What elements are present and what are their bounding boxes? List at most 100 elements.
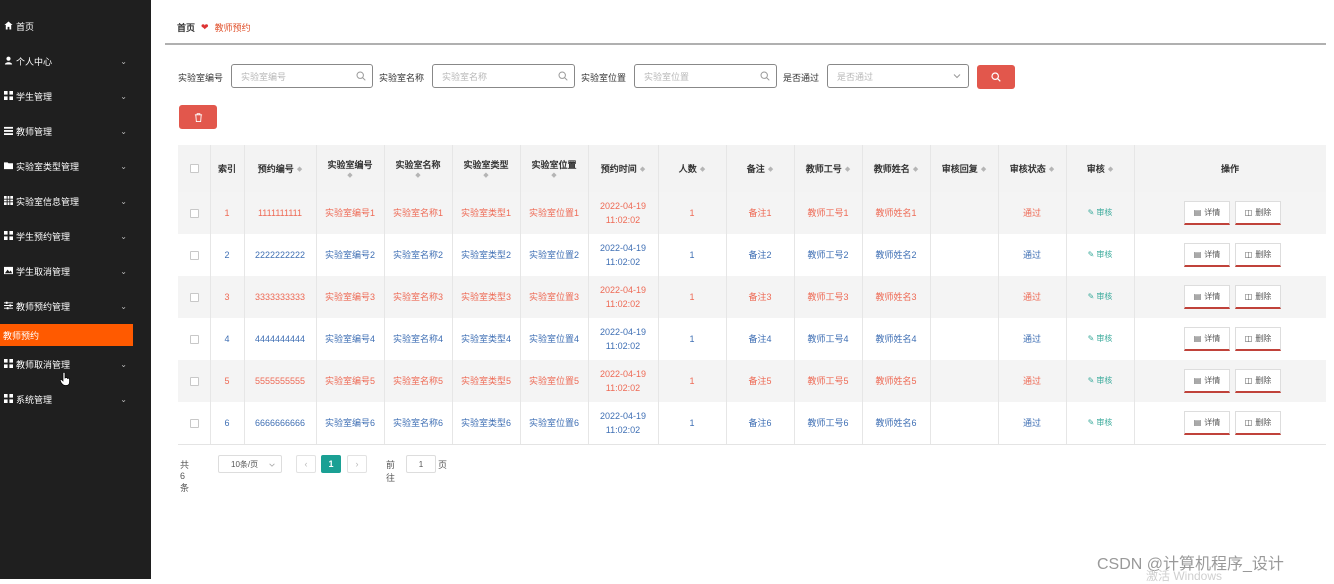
audit-link[interactable]: ✎ 审核	[1066, 234, 1134, 276]
audit-link[interactable]: ✎ 审核	[1066, 402, 1134, 444]
chevron-down-icon	[269, 463, 275, 467]
cell-index: 3	[224, 292, 230, 302]
cell-reply	[930, 318, 998, 360]
cell-lab-no: 实验室编号4	[324, 334, 375, 344]
search-button[interactable]	[977, 65, 1015, 89]
document-icon: ▤	[1193, 249, 1202, 259]
sidebar-item-students[interactable]: 学生管理 ⌄	[0, 84, 133, 108]
passed-select[interactable]: 是否通过	[827, 64, 969, 88]
cell-lab-no: 实验室编号1	[324, 208, 375, 218]
table-row: 4 4444444444 实验室编号4 实验室名称4 实验室类型4 实验室位置4 2022-…	[178, 318, 1326, 361]
search-icon	[760, 71, 770, 81]
row-checkbox[interactable]	[178, 192, 210, 234]
detail-button[interactable]: ▤ 详情	[1184, 201, 1230, 225]
chevron-down-icon: ⌄	[120, 301, 127, 311]
detail-button[interactable]: ▤ 详情	[1184, 285, 1230, 309]
col-teacher-name[interactable]: 教师姓名 ◆	[862, 145, 930, 192]
sidebar-item-teacher-booking[interactable]: 教师预约管理 ⌄	[0, 294, 133, 318]
sidebar-item-lab-types[interactable]: 实验室类型管理 ⌄	[0, 154, 133, 178]
cell-lab-location: 实验室位置1	[528, 208, 579, 218]
folder-icon	[2, 161, 14, 172]
col-remark[interactable]: 备注 ◆	[726, 145, 794, 192]
cell-booking-no: 1111111111	[257, 208, 303, 218]
col-booking-no[interactable]: 预约编号 ◆	[244, 145, 316, 192]
audit-link[interactable]: ✎ 审核	[1066, 276, 1134, 318]
lab-no-input[interactable]: 实验室编号	[231, 64, 373, 88]
cell-lab-no: 实验室编号6	[324, 418, 375, 428]
sidebar-item-personal[interactable]: 个人中心 ⌄	[0, 49, 133, 73]
detail-button[interactable]: ▤ 详情	[1184, 243, 1230, 267]
col-people[interactable]: 人数 ◆	[658, 145, 726, 192]
sidebar-item-home[interactable]: 首页	[0, 14, 133, 38]
cell-teacher-no: 教师工号2	[807, 250, 849, 260]
delete-button[interactable]: ◫ 删除	[1235, 369, 1281, 393]
cell-teacher-name: 教师姓名5	[875, 376, 917, 386]
column-divider	[244, 145, 245, 444]
chevron-down-icon	[953, 74, 961, 79]
batch-delete-button[interactable]	[179, 105, 217, 129]
row-checkbox[interactable]	[178, 234, 210, 276]
sidebar-item-teachers[interactable]: 教师管理 ⌄	[0, 119, 133, 143]
column-divider	[588, 145, 589, 444]
row-checkbox[interactable]	[178, 318, 210, 360]
cell-status: 通过	[1022, 250, 1041, 260]
delete-button[interactable]: ◫ 删除	[1235, 411, 1281, 435]
goto-page-input[interactable]: 1	[406, 455, 436, 473]
row-checkbox[interactable]	[178, 402, 210, 444]
row-checkbox[interactable]	[178, 360, 210, 402]
row-checkbox[interactable]	[178, 276, 210, 318]
total-count: 共 6 条	[180, 460, 190, 493]
col-lab-name[interactable]: 实验室名称 ◆	[384, 145, 452, 192]
cell-status: 通过	[1022, 292, 1041, 302]
page-size-select[interactable]: 10条/页	[218, 455, 282, 473]
col-teacher-no[interactable]: 教师工号 ◆	[794, 145, 862, 192]
sidebar-item-student-cancel[interactable]: 学生取消管理 ⌄	[0, 259, 133, 283]
prev-page-button[interactable]: ‹	[296, 455, 316, 473]
sidebar-subitem-teacher-booking[interactable]: 教师预约	[0, 324, 133, 346]
breadcrumb-home[interactable]: 首页	[177, 21, 195, 34]
delete-button[interactable]: ◫ 删除	[1235, 327, 1281, 351]
sort-icon: ◆	[639, 165, 646, 173]
cell-teacher-name: 教师姓名3	[875, 292, 917, 302]
select-all-checkbox[interactable]	[178, 145, 210, 192]
cell-lab-name: 实验室名称1	[392, 208, 443, 218]
col-lab-location[interactable]: 实验室位置 ◆	[520, 145, 588, 192]
col-status[interactable]: 审核状态 ◆	[998, 145, 1066, 192]
detail-button[interactable]: ▤ 详情	[1184, 369, 1230, 393]
cell-booking-no: 5555555555	[254, 376, 306, 386]
lab-location-label: 实验室位置	[581, 73, 627, 83]
trash-icon: ◫	[1244, 333, 1253, 343]
cell-status: 通过	[1022, 334, 1041, 344]
lab-location-input[interactable]: 实验室位置	[634, 64, 777, 88]
col-lab-no[interactable]: 实验室编号 ◆	[316, 145, 384, 192]
heart-icon: ❤	[201, 22, 209, 32]
search-icon	[991, 72, 1001, 82]
sidebar-item-lab-info[interactable]: 实验室信息管理 ⌄	[0, 189, 133, 213]
detail-button[interactable]: ▤ 详情	[1184, 411, 1230, 435]
delete-button[interactable]: ◫ 删除	[1235, 243, 1281, 267]
col-time[interactable]: 预约时间 ◆	[588, 145, 658, 192]
sidebar-item-student-booking[interactable]: 学生预约管理 ⌄	[0, 224, 133, 248]
audit-link[interactable]: ✎ 审核	[1066, 318, 1134, 360]
col-reply[interactable]: 审核回复 ◆	[930, 145, 998, 192]
col-lab-type[interactable]: 实验室类型 ◆	[452, 145, 520, 192]
col-audit[interactable]: 审核 ◆	[1066, 145, 1134, 192]
delete-button[interactable]: ◫ 删除	[1235, 201, 1281, 225]
next-page-button[interactable]: ›	[347, 455, 367, 473]
cell-lab-no: 实验室编号2	[324, 250, 375, 260]
audit-link[interactable]: ✎ 审核	[1066, 192, 1134, 234]
lab-name-input[interactable]: 实验室名称	[432, 64, 575, 88]
cell-booking-no: 3333333333	[254, 292, 306, 302]
cell-index: 1	[224, 208, 230, 218]
col-index: 索引	[217, 164, 236, 174]
audit-link[interactable]: ✎ 审核	[1066, 360, 1134, 402]
sidebar-item-label: 学生预约管理	[16, 231, 71, 242]
current-page[interactable]: 1	[321, 455, 341, 473]
table-row: 1 1111111111 实验室编号1 实验室名称1 实验室类型1 实验室位置1 2022-…	[178, 192, 1326, 235]
detail-button[interactable]: ▤ 详情	[1184, 327, 1230, 351]
sidebar-item-system[interactable]: 系统管理 ⌄	[0, 387, 133, 411]
trash-icon: ◫	[1244, 291, 1253, 301]
chevron-down-icon: ⌄	[120, 394, 127, 404]
delete-button[interactable]: ◫ 删除	[1235, 285, 1281, 309]
cell-index: 4	[224, 334, 230, 344]
